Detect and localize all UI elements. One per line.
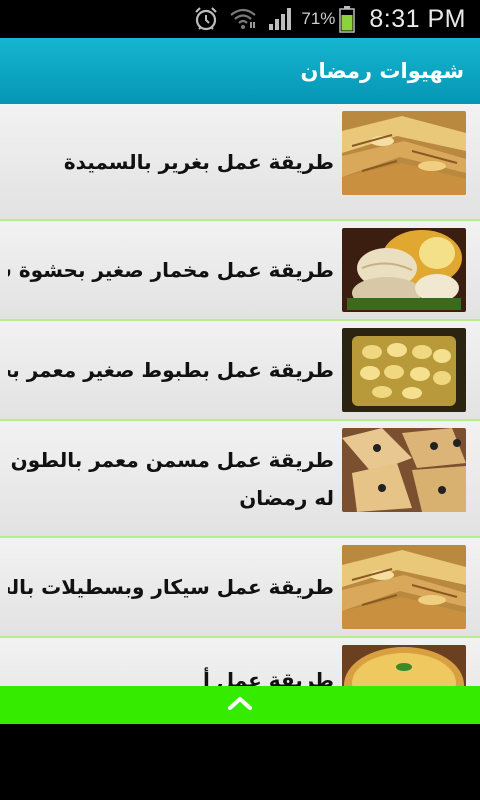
recipe-list[interactable]: طريقة عمل بغرير بالسميدة طريقة عمل مخمار… — [0, 104, 480, 686]
chevron-up-icon[interactable] — [227, 695, 253, 715]
battery-icon — [339, 5, 356, 33]
food-thumbnail — [342, 645, 466, 686]
list-item[interactable]: طريقة عمل سيكار وبسطيلات بالحو — [0, 538, 480, 638]
item-label: طريقة عمل مخمار صغير بحشوة س — [8, 258, 334, 282]
item-label: طريقة عمل أ — [202, 668, 334, 686]
alarm-icon — [193, 6, 219, 32]
page-title: شهيوات رمضان — [300, 59, 464, 83]
list-item[interactable]: طريقة عمل بطبوط صغير معمر بحش — [0, 321, 480, 421]
food-thumbnail — [342, 545, 466, 629]
wifi-icon — [229, 6, 257, 32]
food-thumbnail — [342, 428, 466, 512]
list-item[interactable]: طريقة عمل بغرير بالسميدة — [0, 104, 480, 221]
list-item[interactable]: طريقة عمل أ — [0, 638, 480, 686]
battery-percentage: 71% — [301, 9, 336, 28]
list-item[interactable]: طريقة عمل مخمار صغير بحشوة س — [0, 221, 480, 321]
food-thumbnail — [342, 228, 466, 312]
app-header: شهيوات رمضان — [0, 38, 480, 104]
item-label: طريقة عمل بغرير بالسميدة — [63, 149, 334, 174]
list-item[interactable]: طريقة عمل مسمن معمر بالطون له رمضان — [0, 421, 480, 538]
food-thumbnail — [342, 111, 466, 195]
navigation-area — [0, 724, 480, 800]
status-bar: 71% 8:31 PM — [0, 0, 480, 38]
item-label: طريقة عمل مسمن معمر بالطون له رمضان — [10, 447, 334, 510]
food-thumbnail — [342, 328, 466, 412]
item-label: طريقة عمل بطبوط صغير معمر بحش — [8, 358, 334, 382]
item-label: طريقة عمل سيكار وبسطيلات بالحو — [8, 575, 334, 599]
scroll-up-bar[interactable] — [0, 686, 480, 724]
signal-icon — [267, 6, 293, 32]
clock: 8:31 PM — [369, 4, 466, 33]
